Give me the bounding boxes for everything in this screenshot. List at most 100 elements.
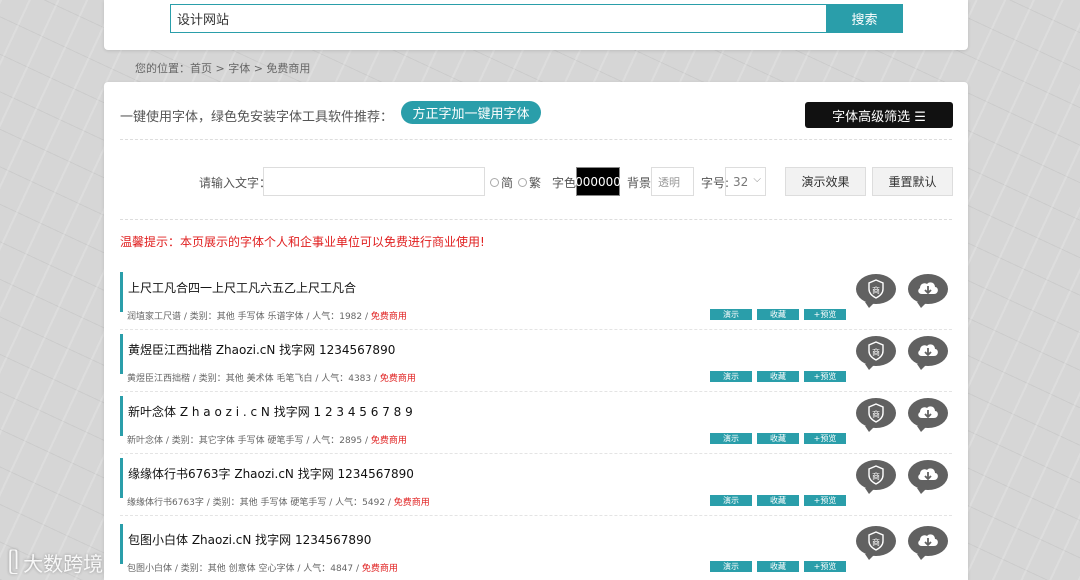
bubble-tail	[917, 488, 927, 494]
cloud-download-icon	[918, 534, 938, 547]
font-meta-text: 缘缘体行书6763字 / 类别：其他 手写体 硬笔手写 / 人气：5492 /	[127, 498, 394, 508]
search-input[interactable]: 设计网站	[170, 4, 830, 33]
commercial-shield-icon: 商	[868, 465, 884, 485]
download-button[interactable]	[908, 336, 948, 370]
demo-button[interactable]: 演示	[710, 309, 752, 320]
download-button[interactable]	[908, 526, 948, 560]
preview-button[interactable]: +预览	[804, 495, 846, 506]
search-button[interactable]: 搜索	[826, 4, 903, 33]
simplified-radio[interactable]	[490, 178, 499, 187]
collect-button[interactable]: 收藏	[757, 561, 799, 572]
font-sample-preview[interactable]: 缘缘体行书6763字 Zhaozi.cN 找字网 1234567890	[128, 454, 850, 494]
bubble-tail	[917, 302, 927, 308]
cloud-download-icon	[918, 344, 938, 357]
commercial-shield-icon: 商	[868, 403, 884, 423]
free-commercial-tag[interactable]: 免费商用	[371, 436, 407, 446]
demo-button[interactable]: 演示	[710, 561, 752, 572]
traditional-radio[interactable]	[518, 178, 527, 187]
free-commercial-tag[interactable]: 免费商用	[362, 564, 398, 574]
search-card: 设计网站 搜索	[104, 0, 968, 50]
download-button[interactable]	[908, 398, 948, 432]
commercial-license-button[interactable]: 商	[856, 460, 896, 494]
svg-text:商: 商	[872, 409, 880, 419]
demo-effect-button[interactable]: 演示效果	[785, 167, 866, 196]
watermark-text: 大数跨境	[23, 552, 104, 576]
advanced-filter-button[interactable]: 字体高级筛选 ☰	[805, 102, 953, 128]
font-sample-preview[interactable]: 包图小白体 Zhaozi.cN 找字网 1234567890	[128, 520, 850, 560]
free-commercial-tag[interactable]: 免费商用	[394, 498, 430, 508]
download-button[interactable]	[908, 460, 948, 494]
collect-button[interactable]: 收藏	[757, 495, 799, 506]
font-meta: 包图小白体 / 类别：其他 创意体 空心字体 / 人气：4847 / 免费商用	[127, 561, 398, 574]
preview-button[interactable]: +预览	[804, 561, 846, 572]
main-card: 一键使用字体，绿色免安装字体工具软件推荐： 方正字加一键用字体 字体高级筛选 ☰…	[104, 82, 968, 580]
promo-text: 一键使用字体，绿色免安装字体工具软件推荐：	[120, 110, 394, 125]
font-sample-preview[interactable]: 黄煜臣江西拙楷 Zhaozi.cN 找字网 1234567890	[128, 330, 850, 370]
traditional-label: 繁	[529, 176, 542, 190]
commercial-license-button[interactable]: 商	[856, 398, 896, 432]
download-button[interactable]	[908, 274, 948, 308]
watermark: ᥫ 大数跨境	[8, 548, 103, 577]
font-meta-text: 新叶念体 / 类别：其它字体 手写体 硬笔手写 / 人气：2895 /	[127, 436, 371, 446]
bubble-tail	[917, 426, 927, 432]
commercial-shield-icon: 商	[868, 531, 884, 551]
background-input[interactable]: 透明	[651, 167, 694, 196]
commercial-license-button[interactable]: 商	[856, 526, 896, 560]
svg-text:商: 商	[872, 285, 880, 295]
demo-button[interactable]: 演示	[710, 371, 752, 382]
commercial-shield-icon: 商	[868, 279, 884, 299]
bubble-tail	[865, 364, 875, 370]
font-row-accent	[120, 458, 123, 498]
promo-button[interactable]: 方正字加一键用字体	[401, 101, 541, 124]
preview-button[interactable]: +预览	[804, 309, 846, 320]
preview-button[interactable]: +预览	[804, 433, 846, 444]
bubble-tail	[865, 302, 875, 308]
simplified-label: 简	[501, 176, 514, 190]
font-row-accent	[120, 272, 123, 312]
font-sample-preview[interactable]: 新叶念体 Z h a o z i . c N 找字网 1 2 3 4 5 6 7…	[128, 392, 850, 432]
cloud-download-icon	[918, 468, 938, 481]
collect-button[interactable]: 收藏	[757, 309, 799, 320]
breadcrumb: 您的位置：首页 > 字体 > 免费商用	[135, 62, 311, 75]
svg-text:商: 商	[872, 537, 880, 547]
divider	[120, 219, 952, 220]
preview-text-input[interactable]	[263, 167, 485, 196]
font-meta: 缘缘体行书6763字 / 类别：其他 手写体 硬笔手写 / 人气：5492 / …	[127, 495, 430, 508]
commercial-shield-icon: 商	[868, 341, 884, 361]
demo-button[interactable]: 演示	[710, 433, 752, 444]
font-action-buttons: 演示 收藏 +预览	[710, 495, 846, 506]
collect-button[interactable]: 收藏	[757, 371, 799, 382]
font-row: 上尺工凡合四一上尺工凡六五乙上尺工凡合 润埴家工尺谱 / 类别：其他 手写体 乐…	[120, 268, 952, 330]
notice-text: 温馨提示：本页展示的字体个人和企事业单位可以免费进行商业使用!	[120, 235, 485, 249]
font-size-value: 32	[733, 174, 749, 189]
bubble-tail	[865, 488, 875, 494]
chevron-down-icon: ⌵	[753, 174, 761, 185]
font-color-picker[interactable]: 000000	[575, 167, 621, 196]
font-row: 缘缘体行书6763字 Zhaozi.cN 找字网 1234567890 缘缘体行…	[120, 454, 952, 516]
bubble-tail	[917, 554, 927, 560]
font-sample-preview[interactable]: 上尺工凡合四一上尺工凡六五乙上尺工凡合	[128, 268, 850, 308]
commercial-license-button[interactable]: 商	[856, 336, 896, 370]
font-meta: 新叶念体 / 类别：其它字体 手写体 硬笔手写 / 人气：2895 / 免费商用	[127, 433, 407, 446]
cloud-download-icon	[918, 282, 938, 295]
font-meta: 润埴家工尺谱 / 类别：其他 手写体 乐谱字体 / 人气：1982 / 免费商用	[127, 309, 407, 322]
preview-button[interactable]: +预览	[804, 371, 846, 382]
free-commercial-tag[interactable]: 免费商用	[380, 374, 416, 384]
demo-button[interactable]: 演示	[710, 495, 752, 506]
font-meta-text: 润埴家工尺谱 / 类别：其他 手写体 乐谱字体 / 人气：1982 /	[127, 312, 371, 322]
font-size-select[interactable]: 32 ⌵	[725, 167, 766, 196]
reset-default-button[interactable]: 重置默认	[872, 167, 953, 196]
watermark-logo-icon: ᥫ	[8, 550, 20, 575]
font-meta-text: 包图小白体 / 类别：其他 创意体 空心字体 / 人气：4847 /	[127, 564, 362, 574]
collect-button[interactable]: 收藏	[757, 433, 799, 444]
font-meta-text: 黄煜臣江西拙楷 / 类别：其他 美术体 毛笔飞白 / 人气：4383 /	[127, 374, 380, 384]
font-row-accent	[120, 524, 123, 564]
divider	[120, 139, 952, 140]
text-input-label: 请输入文字：	[199, 176, 272, 190]
free-commercial-tag[interactable]: 免费商用	[371, 312, 407, 322]
bubble-tail	[865, 554, 875, 560]
font-row: 包图小白体 Zhaozi.cN 找字网 1234567890 包图小白体 / 类…	[120, 520, 952, 580]
svg-text:商: 商	[872, 471, 880, 481]
bubble-tail	[865, 426, 875, 432]
commercial-license-button[interactable]: 商	[856, 274, 896, 308]
